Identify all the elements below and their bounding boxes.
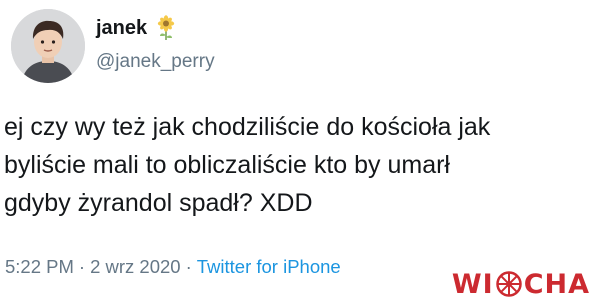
tweet-text-line: ej czy wy też jak chodziliście do kościo…	[4, 113, 491, 141]
watermark-text-right: CHA	[523, 268, 590, 300]
tweet-source-link[interactable]: Twitter for iPhone	[197, 256, 341, 277]
tweet-text: ej czy wy też jak chodziliście do kościo…	[4, 108, 594, 222]
sunflower-icon	[156, 15, 176, 41]
tweet-text-line: gdyby żyrandol spadł? XDD	[4, 189, 313, 217]
display-name[interactable]: janek	[96, 15, 176, 41]
display-name-text: janek	[96, 17, 148, 39]
user-handle[interactable]: @janek_perry	[96, 50, 215, 74]
tweet-meta: 5:22 PM · 2 wrz 2020 · Twitter for iPhone	[5, 255, 341, 279]
meta-separator: ·	[78, 256, 86, 277]
tweet-date[interactable]: 2 wrz 2020	[90, 256, 181, 277]
watermark-text-left: WI	[451, 268, 494, 300]
meta-separator: ·	[185, 256, 192, 277]
tweet-time[interactable]: 5:22 PM	[5, 256, 74, 277]
watermark-logo: WI CHA	[452, 267, 590, 301]
tweet-card: janek @janek_perry ej czy wy też jak cho…	[0, 0, 598, 306]
compass-wheel-icon	[495, 271, 522, 297]
tweet-text-line: byliście mali to obliczaliście kto by um…	[4, 151, 450, 179]
cartoon-avatar-icon	[11, 9, 85, 83]
avatar[interactable]	[11, 9, 85, 83]
